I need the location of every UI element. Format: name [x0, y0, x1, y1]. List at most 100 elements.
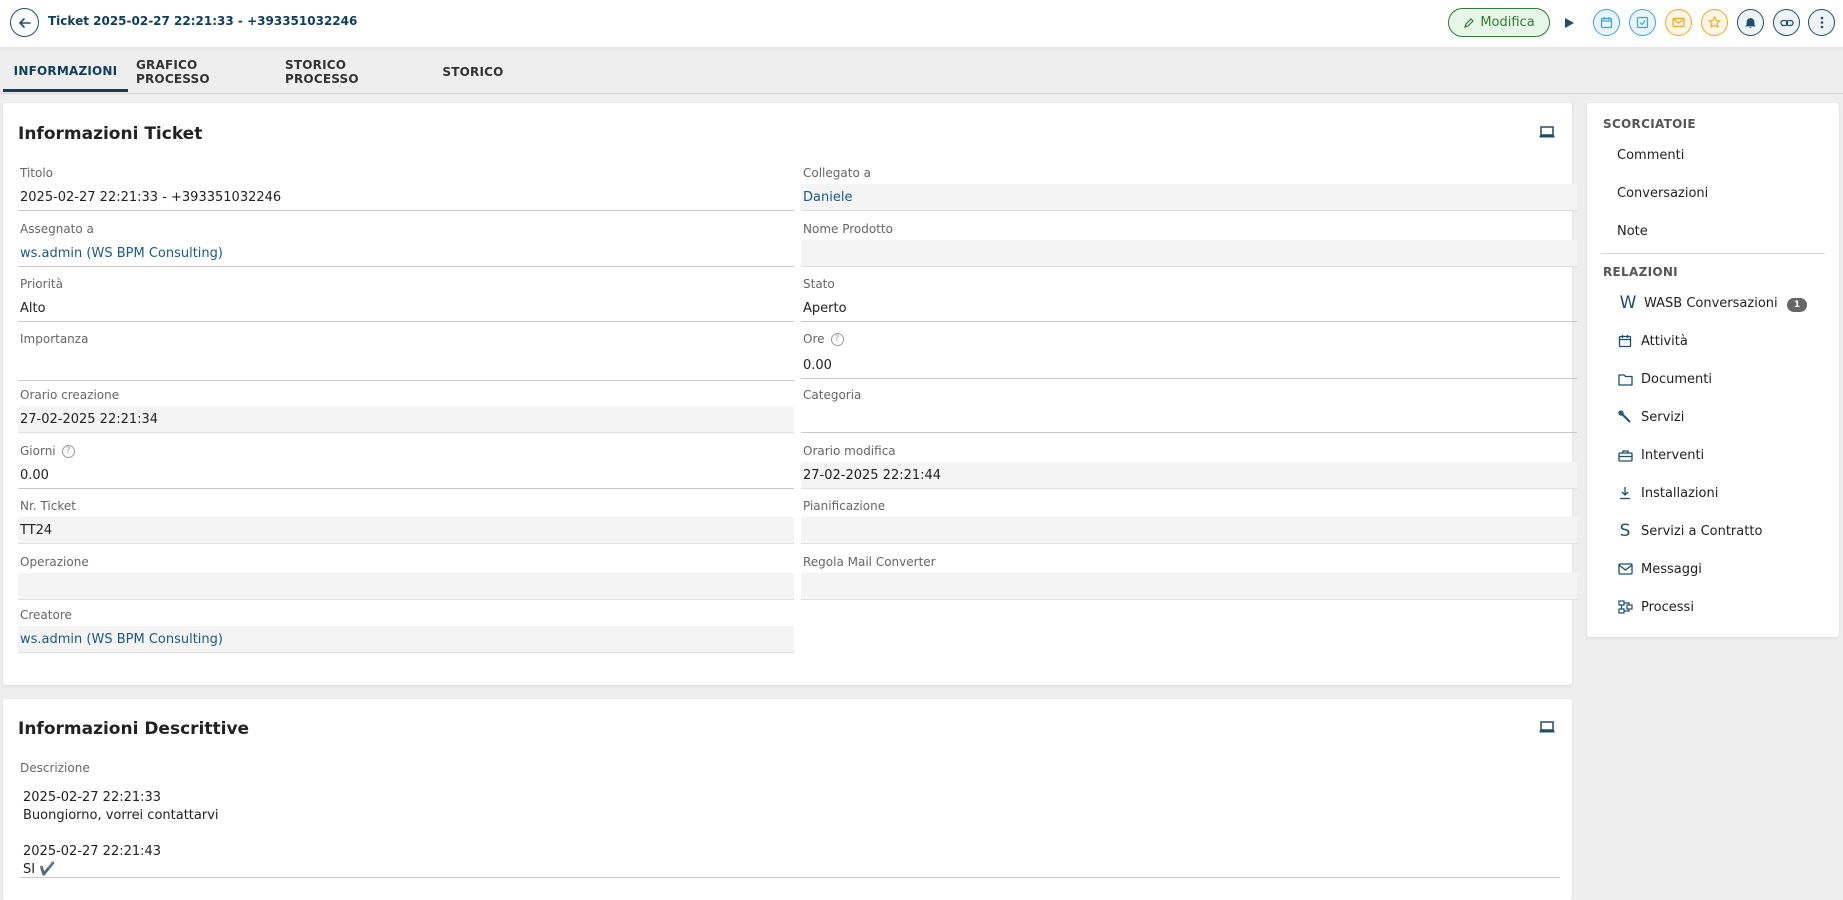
link-icon [1779, 19, 1794, 26]
tab-storico[interactable]: STORICO [437, 52, 509, 92]
relation-attivita[interactable]: Attività [1617, 329, 1688, 353]
laptop-icon [1539, 126, 1555, 138]
more-options-button[interactable] [1808, 9, 1835, 36]
relation-installazioni[interactable]: Installazioni [1617, 481, 1718, 505]
relation-label: Processi [1641, 599, 1694, 615]
sidebar-divider [1601, 253, 1825, 254]
field-value [801, 240, 1577, 267]
download-icon [1617, 485, 1633, 501]
field-label: Categoria [803, 388, 862, 402]
shortcuts-heading: SCORCIATOIE [1603, 117, 1696, 131]
tab-storico-processo[interactable]: STORICO PROCESSO [285, 52, 423, 92]
field-value [18, 573, 794, 600]
relation-label: Attività [1641, 333, 1688, 349]
field-label: Priorità [20, 277, 63, 291]
field-value-link[interactable]: Daniele [801, 184, 1577, 211]
process-icon [1617, 599, 1633, 615]
email-button[interactable] [1665, 9, 1692, 36]
field-label: Nome Prodotto [803, 222, 893, 236]
folder-icon [1617, 371, 1633, 387]
relation-interventi[interactable]: Interventi [1617, 443, 1704, 467]
calendar-add-button[interactable] [1593, 9, 1620, 36]
description-text[interactable]: 2025-02-27 22:21:33 Buongiorno, vorrei c… [23, 789, 1559, 879]
star-icon [1708, 16, 1721, 29]
field-label: Stato [803, 277, 835, 291]
field-label: Pianificazione [803, 499, 886, 513]
shortcut-commenti[interactable]: Commenti [1617, 143, 1684, 167]
help-icon[interactable]: ? [61, 444, 75, 458]
field-underline [20, 877, 1560, 878]
relation-label: Installazioni [1641, 485, 1719, 501]
field-value[interactable]: 0.00 [18, 462, 794, 489]
field-value[interactable]: Alto [18, 295, 794, 322]
section-title: Informazioni Descrittive [18, 719, 250, 739]
field-value: TT24 [18, 517, 794, 544]
arrow-left-icon [18, 17, 31, 28]
count-badge: 1 [1787, 298, 1807, 312]
relation-label: Servizi a Contratto [1641, 523, 1763, 539]
field-label: Orario creazione [20, 388, 120, 402]
field-label: Titolo [20, 166, 54, 180]
shortcut-note[interactable]: Note [1617, 219, 1648, 243]
field-value: 27-02-2025 22:21:34 [18, 406, 794, 433]
top-bar: Ticket 2025-02-27 22:21:33 - +3933510322… [0, 0, 1843, 48]
field-label: Nr. Ticket [20, 499, 76, 513]
play-button[interactable] [1559, 10, 1579, 35]
field-value-link[interactable]: ws.admin (WS BPM Consulting) [18, 626, 794, 653]
relation-messaggi[interactable]: Messaggi [1617, 557, 1702, 581]
play-icon [1564, 17, 1574, 28]
tab-informazioni[interactable]: INFORMAZIONI [3, 52, 128, 92]
relation-documenti[interactable]: Documenti [1617, 367, 1712, 391]
relation-label: Documenti [1641, 371, 1712, 387]
field-label: Regola Mail Converter [803, 555, 936, 569]
field-value[interactable] [801, 406, 1577, 433]
field-label: Operazione [20, 555, 89, 569]
field-label: Importanza [20, 332, 89, 346]
field-value[interactable]: 0.00 [801, 352, 1577, 379]
relation-label: Messaggi [1641, 561, 1702, 577]
tab-divider [0, 93, 1843, 94]
favorite-button[interactable] [1701, 9, 1728, 36]
field-value-link[interactable]: ws.admin (WS BPM Consulting) [18, 240, 794, 267]
field-label: Descrizione [20, 761, 90, 775]
edit-button[interactable]: Modifica [1448, 8, 1550, 37]
field-label: Creatore [20, 608, 72, 622]
relation-label: Servizi [1641, 409, 1685, 425]
relation-label: WASB Conversazioni [1644, 295, 1778, 311]
shortcut-conversazioni[interactable]: Conversazioni [1617, 181, 1708, 205]
relation-processi[interactable]: Processi [1617, 595, 1694, 619]
relation-servizi-a-contratto[interactable]: S Servizi a Contratto [1617, 519, 1763, 543]
field-value[interactable]: 2025-02-27 22:21:33 - +393351032246 [18, 184, 794, 211]
task-add-button[interactable] [1629, 9, 1656, 36]
field-value: 27-02-2025 22:21:44 [801, 462, 1577, 489]
more-vertical-icon [1820, 16, 1823, 29]
toolbox-icon [1617, 447, 1633, 463]
relations-heading: RELAZIONI [1603, 265, 1678, 279]
relation-wasb-conversazioni[interactable]: W WASB Conversazioni [1620, 291, 1778, 315]
field-value[interactable] [18, 354, 794, 381]
checkbox-icon [1636, 16, 1649, 29]
help-icon[interactable]: ? [830, 332, 844, 346]
field-label: Ore [803, 332, 825, 346]
field-label: Assegnato a [20, 222, 94, 236]
collapse-section-button[interactable] [1538, 125, 1556, 139]
notification-button[interactable] [1737, 9, 1764, 36]
relation-label: Interventi [1641, 447, 1705, 463]
field-label: Collegato a [803, 166, 871, 180]
back-button[interactable] [10, 8, 39, 37]
shortcuts-sidebar: SCORCIATOIE Commenti Conversazioni Note … [1587, 103, 1839, 637]
ticket-info-card: Informazioni Ticket Titolo 2025-02-27 22… [3, 103, 1577, 685]
tab-grafico-processo[interactable]: GRAFICO PROCESSO [136, 52, 271, 92]
collapse-section-button[interactable] [1538, 720, 1556, 734]
mail-icon [1672, 17, 1685, 28]
field-value[interactable]: Aperto [801, 295, 1577, 322]
tab-bar: INFORMAZIONI GRAFICO PROCESSO STORICO PR… [0, 52, 1843, 94]
calendar-icon [1617, 333, 1633, 349]
field-label: Giorni [20, 444, 56, 458]
relation-servizi[interactable]: Servizi [1617, 405, 1684, 429]
link-button[interactable] [1773, 9, 1800, 36]
edit-button-label: Modifica [1480, 15, 1535, 30]
page-title: Ticket 2025-02-27 22:21:33 - +3933510322… [48, 14, 358, 28]
wrench-icon [1617, 409, 1633, 425]
mail-icon [1617, 561, 1633, 577]
